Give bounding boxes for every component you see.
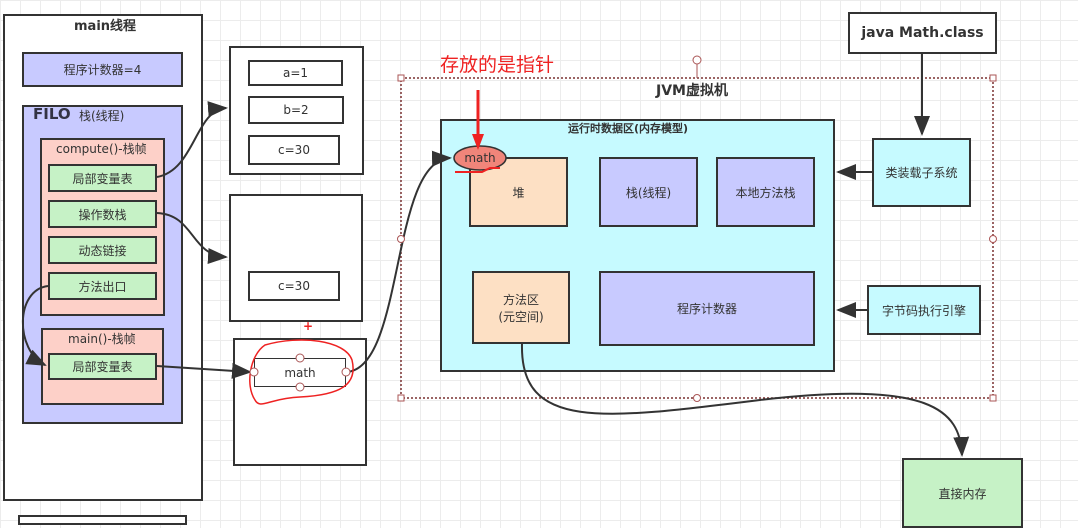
jvm-boundary	[400, 77, 994, 399]
arrow-main-locals	[156, 362, 252, 379]
arrow-direct	[520, 343, 970, 457]
arrow-math-heap	[345, 150, 452, 373]
arrow-operand	[156, 212, 228, 264]
connectors: math +	[21, 54, 997, 457]
arrow-locals	[156, 101, 228, 178]
red-circle	[249, 339, 354, 405]
pointer-annotation: 存放的是指针	[440, 54, 555, 76]
arrow-exit	[21, 285, 49, 366]
math-pointer-label: math	[464, 151, 495, 165]
red-plus: +	[303, 319, 313, 333]
